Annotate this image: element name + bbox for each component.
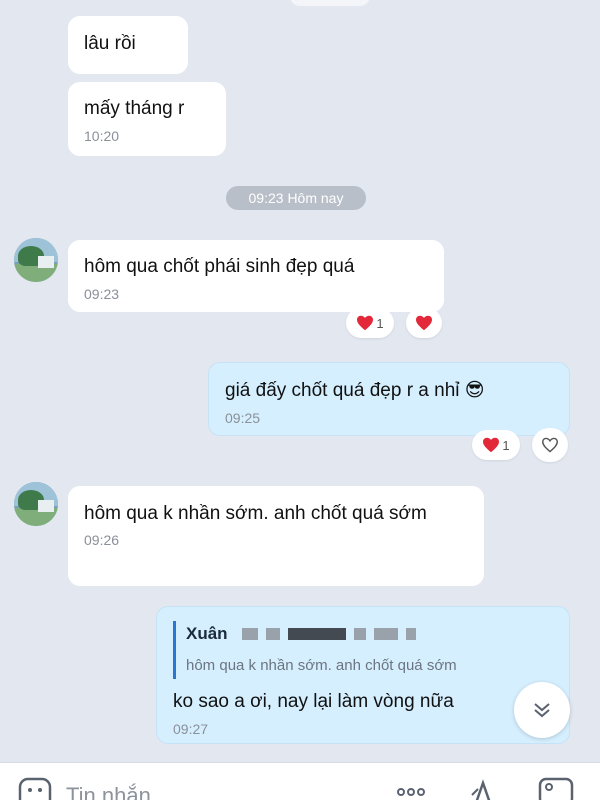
chevron-down-double-icon [534,703,550,718]
incoming-message[interactable]: hôm qua k nhần sớm. anh chốt quá sớm 09:… [68,486,484,586]
previous-message-fragment [290,0,370,6]
react-button[interactable] [406,308,442,338]
incoming-message[interactable]: hôm qua chốt phái sinh đẹp quá 09:23 [68,240,444,312]
outgoing-message[interactable]: giá đấy chốt quá đẹp r a nhỉ 😎 09:25 [208,362,570,436]
react-button[interactable] [532,428,568,462]
avatar[interactable] [14,238,58,282]
heart-icon [357,315,374,331]
message-text: ko sao a ơi, nay lại làm vòng nữa [173,691,454,712]
message-input[interactable]: Tin nhắn [66,783,151,800]
reaction-summary[interactable]: 1 [346,308,394,338]
message-time: 09:23 [84,286,120,302]
more-icon[interactable] [396,787,426,797]
reaction-summary[interactable]: 1 [472,430,520,460]
message-input-bar: Tin nhắn [0,762,600,800]
redacted-text [265,627,280,640]
redacted-text [373,627,398,640]
quoted-message[interactable]: Xuân hôm qua k nhần sớm. anh chốt quá sớ… [173,621,553,679]
outgoing-reply-message[interactable]: Xuân hôm qua k nhần sớm. anh chốt quá sớ… [156,606,570,744]
message-time: 09:25 [225,410,261,426]
heart-outline-icon [541,437,559,453]
quote-text: hôm qua k nhần sớm. anh chốt quá sớm [186,657,457,674]
heart-icon [483,437,500,453]
text-format-icon[interactable] [468,777,498,800]
reaction-count: 1 [502,437,510,453]
redacted-text [241,627,258,640]
incoming-message[interactable]: lâu rồi [68,16,188,74]
incoming-message[interactable]: mấy tháng r 10:20 [68,82,226,156]
quote-author: Xuân [186,624,228,643]
message-time: 09:27 [173,721,209,737]
heart-icon [416,315,432,331]
avatar[interactable] [14,482,58,526]
redacted-text [353,627,366,640]
message-time: 10:20 [84,128,120,144]
sticker-icon[interactable] [18,777,52,800]
message-text: mấy tháng r [84,98,185,119]
date-separator: 09:23 Hôm nay [226,186,366,210]
message-text: giá đấy chốt quá đẹp r a nhỉ 😎 [225,380,485,401]
message-text: lâu rồi [84,33,136,54]
image-icon[interactable] [538,777,574,800]
scroll-to-bottom-button[interactable] [514,682,570,738]
message-time: 09:26 [84,532,120,548]
reaction-count: 1 [376,315,384,331]
redacted-text [287,627,346,640]
message-text: hôm qua k nhần sớm. anh chốt quá sớm [84,503,427,524]
message-text: hôm qua chốt phái sinh đẹp quá [84,256,355,277]
redacted-text [405,627,416,640]
